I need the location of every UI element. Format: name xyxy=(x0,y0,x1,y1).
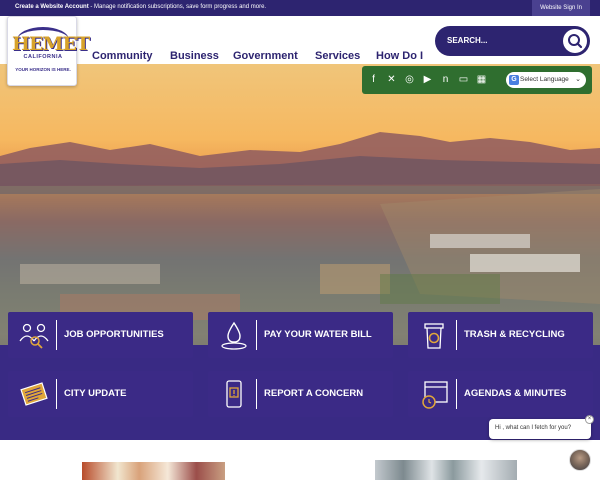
language-select[interactable]: G Select Language ⌄ xyxy=(506,72,586,88)
x-twitter-icon[interactable]: ✕ xyxy=(386,74,397,85)
logo-tagline: YOUR HORIZON IS HERE. xyxy=(15,67,71,72)
newspaper-icon xyxy=(20,382,48,406)
tile-divider xyxy=(56,379,57,409)
chat-bubble[interactable]: Hi , what can I fetch for you? × xyxy=(489,415,594,439)
account-message: Create a Website Account - Manage notifi… xyxy=(15,4,266,10)
tile-label: JOB OPPORTUNITIES xyxy=(64,329,164,340)
search-bar[interactable]: SEARCH... xyxy=(435,26,590,56)
tile-label: REPORT A CONCERN xyxy=(264,388,364,399)
chat-avatar[interactable] xyxy=(569,449,591,471)
chat-greeting: Hi , what can I fetch for you? xyxy=(495,425,572,431)
search-button[interactable] xyxy=(563,29,587,53)
tile-divider xyxy=(456,379,457,409)
city-logo[interactable]: HEMET CALIFORNIA YOUR HORIZON IS HERE. xyxy=(7,16,90,86)
nav-business[interactable]: Business xyxy=(170,50,219,62)
sign-in-link[interactable]: Website Sign In xyxy=(532,0,590,16)
close-icon[interactable]: × xyxy=(585,415,594,424)
tile-report-concern[interactable]: REPORT A CONCERN xyxy=(208,371,393,417)
facebook-icon[interactable]: f xyxy=(368,74,379,85)
nextdoor-icon[interactable]: n xyxy=(440,74,451,85)
calendar-icon[interactable]: ▦ xyxy=(476,74,487,85)
water-drop-icon xyxy=(221,321,247,350)
tile-pay-water-bill[interactable]: PAY YOUR WATER BILL xyxy=(208,312,393,358)
people-search-icon xyxy=(19,323,49,349)
tile-label: CITY UPDATE xyxy=(64,388,127,399)
tile-city-update[interactable]: CITY UPDATE xyxy=(8,371,193,417)
logo-word: HEMET xyxy=(12,33,90,55)
create-account-link[interactable]: Create a Website Account xyxy=(15,4,89,10)
nav-services[interactable]: Services xyxy=(315,50,360,62)
tile-label: TRASH & RECYCLING xyxy=(464,329,565,340)
recycle-bin-icon xyxy=(424,323,444,349)
chevron-down-icon: ⌄ xyxy=(575,76,581,83)
nav-government[interactable]: Government xyxy=(233,50,298,62)
tile-agendas-minutes[interactable]: AGENDAS & MINUTES xyxy=(408,371,593,417)
nav-community[interactable]: Community xyxy=(92,50,153,62)
tv-icon[interactable]: ▭ xyxy=(458,74,469,85)
tile-label: PAY YOUR WATER BILL xyxy=(264,329,372,340)
tile-divider xyxy=(256,379,257,409)
logo-subtitle: CALIFORNIA xyxy=(23,54,63,60)
calendar-clock-icon xyxy=(422,381,448,409)
instagram-icon[interactable]: ◎ xyxy=(404,74,415,85)
tile-trash-recycling[interactable]: TRASH & RECYCLING xyxy=(408,312,593,358)
tile-label: AGENDAS & MINUTES xyxy=(464,388,567,399)
utility-bar: Create a Website Account - Manage notifi… xyxy=(0,0,600,16)
phone-alert-icon xyxy=(226,380,242,408)
account-message-text: - Manage notification subscriptions, sav… xyxy=(88,4,267,10)
news-image-left[interactable] xyxy=(82,462,225,480)
language-label: Select Language xyxy=(520,76,569,83)
tile-divider xyxy=(256,320,257,350)
search-input[interactable]: SEARCH... xyxy=(447,36,487,45)
tile-divider xyxy=(456,320,457,350)
translate-icon: G xyxy=(509,75,519,85)
tile-job-opportunities[interactable]: JOB OPPORTUNITIES xyxy=(8,312,193,358)
youtube-icon[interactable]: ▶ xyxy=(422,74,433,85)
social-bar: f ✕ ◎ ▶ n ▭ ▦ G Select Language ⌄ xyxy=(362,66,592,94)
news-image-right[interactable] xyxy=(375,460,517,480)
nav-how-do-i[interactable]: How Do I xyxy=(376,50,423,62)
search-icon xyxy=(568,34,583,49)
tile-divider xyxy=(56,320,57,350)
